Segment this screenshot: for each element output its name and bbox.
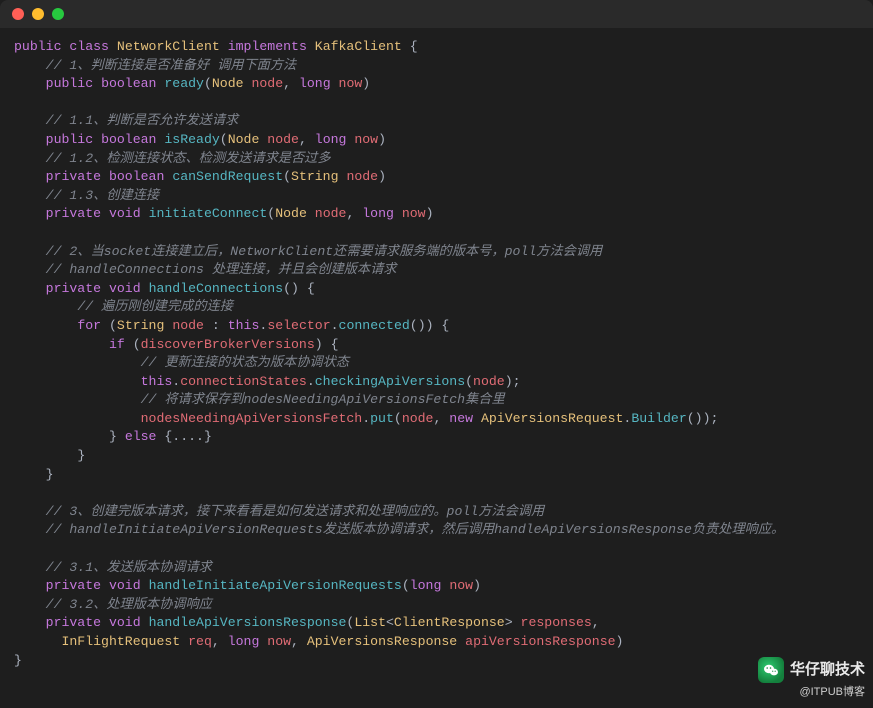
param-type: Node xyxy=(228,132,260,147)
method-name: handleApiVersionsResponse xyxy=(149,615,347,630)
method-name: isReady xyxy=(164,132,219,147)
close-icon[interactable] xyxy=(12,8,24,20)
param-name: now xyxy=(449,578,473,593)
param-type: List xyxy=(354,615,386,630)
obj: nodesNeedingApiVersionsFetch xyxy=(141,411,363,426)
param-name: req xyxy=(188,634,212,649)
comment: // 1、判断连接是否准备好 调用下面方法 xyxy=(46,58,297,73)
param-name: now xyxy=(339,76,363,91)
var: discoverBrokerVersions xyxy=(141,337,315,352)
param-type: long xyxy=(362,206,394,221)
kw-ret: boolean xyxy=(101,76,156,91)
kw-ret: boolean xyxy=(109,169,164,184)
code-block: public class NetworkClient implements Ka… xyxy=(0,28,873,680)
param-name: now xyxy=(267,634,291,649)
arg: node xyxy=(402,411,434,426)
kw-ret: void xyxy=(109,578,141,593)
method-name: canSendRequest xyxy=(172,169,283,184)
watermark-subtext: @ITPUB博客 xyxy=(758,683,865,702)
param-name: node xyxy=(267,132,299,147)
method-call: checkingApiVersions xyxy=(315,374,465,389)
comment: // 2、当socket连接建立后，NetworkClient还需要请求服务端的… xyxy=(46,244,603,259)
kw-this: this xyxy=(228,318,260,333)
param-name: responses xyxy=(521,615,592,630)
kw-modifier: private xyxy=(46,206,101,221)
kw-for: for xyxy=(77,318,101,333)
comment: // 更新连接的状态为版本协调状态 xyxy=(141,355,349,370)
comment: // 遍历刚创建完成的连接 xyxy=(77,299,233,314)
kw-modifier: private xyxy=(46,169,101,184)
method-name: ready xyxy=(164,76,204,91)
kw-modifier: private xyxy=(46,281,101,296)
param-type: Node xyxy=(275,206,307,221)
param-name: node xyxy=(315,206,347,221)
comment: // 1.2、检测连接状态、检测发送请求是否过多 xyxy=(46,151,331,166)
var-type: String xyxy=(117,318,164,333)
comment: // 3.1、发送版本协调请求 xyxy=(46,560,212,575)
method-name: handleInitiateApiVersionRequests xyxy=(149,578,402,593)
interface-name: KafkaClient xyxy=(315,39,402,54)
kw-modifier: public xyxy=(46,76,93,91)
kw-class: class xyxy=(69,39,109,54)
param-type: InFlightRequest xyxy=(61,634,180,649)
zoom-icon[interactable] xyxy=(52,8,64,20)
comment: // 3、创建完版本请求，接下来看看是如何发送请求和处理响应的。poll方法会调… xyxy=(46,504,545,519)
wechat-icon xyxy=(758,657,784,683)
kw-ret: boolean xyxy=(101,132,156,147)
kw-modifier: private xyxy=(46,578,101,593)
param-type: long xyxy=(315,132,347,147)
kw-modifier: private xyxy=(46,615,101,630)
arg: node xyxy=(473,374,505,389)
watermark-text: 华仔聊技术 xyxy=(790,661,865,680)
method-name: initiateConnect xyxy=(149,206,268,221)
param-type: ApiVersionsResponse xyxy=(307,634,457,649)
minimize-icon[interactable] xyxy=(32,8,44,20)
method-call: put xyxy=(370,411,394,426)
method-name: handleConnections xyxy=(149,281,284,296)
builder: Builder xyxy=(631,411,686,426)
param-type: long xyxy=(228,634,260,649)
param-type: long xyxy=(410,578,442,593)
param-name: apiVersionsResponse xyxy=(465,634,615,649)
comment: // 1.1、判断是否允许发送请求 xyxy=(46,113,239,128)
param-name: now xyxy=(402,206,426,221)
window-title-bar xyxy=(0,0,873,28)
param-name: node xyxy=(251,76,283,91)
class-ref: ApiVersionsRequest xyxy=(481,411,623,426)
param-name: now xyxy=(354,132,378,147)
comment: // 3.2、处理版本协调响应 xyxy=(46,597,212,612)
kw-this: this xyxy=(141,374,173,389)
kw-new: new xyxy=(449,411,473,426)
comment: // 1.3、创建连接 xyxy=(46,188,159,203)
comment: // handleConnections 处理连接，并且会创建版本请求 xyxy=(46,262,397,277)
var-name: node xyxy=(172,318,204,333)
kw-implements: implements xyxy=(228,39,307,54)
kw-ret: void xyxy=(109,281,141,296)
kw-else: else xyxy=(125,429,157,444)
class-name: NetworkClient xyxy=(117,39,220,54)
comment: // handleInitiateApiVersionRequests发送版本协… xyxy=(46,522,785,537)
kw-ret: void xyxy=(109,615,141,630)
brace: { xyxy=(410,39,418,54)
kw-modifier: public xyxy=(46,132,93,147)
param-name: node xyxy=(346,169,378,184)
prop: connectionStates xyxy=(180,374,307,389)
generic-type: ClientResponse xyxy=(394,615,505,630)
prop: selector xyxy=(267,318,330,333)
method-call: connected xyxy=(339,318,410,333)
kw-if: if xyxy=(109,337,125,352)
param-type: Node xyxy=(212,76,244,91)
comment: // 将请求保存到nodesNeedingApiVersionsFetch集合里 xyxy=(141,392,505,407)
param-type: String xyxy=(291,169,338,184)
kw-ret: void xyxy=(109,206,141,221)
param-type: long xyxy=(299,76,331,91)
kw-public: public xyxy=(14,39,61,54)
watermark: 华仔聊技术 @ITPUB博客 xyxy=(758,657,865,702)
